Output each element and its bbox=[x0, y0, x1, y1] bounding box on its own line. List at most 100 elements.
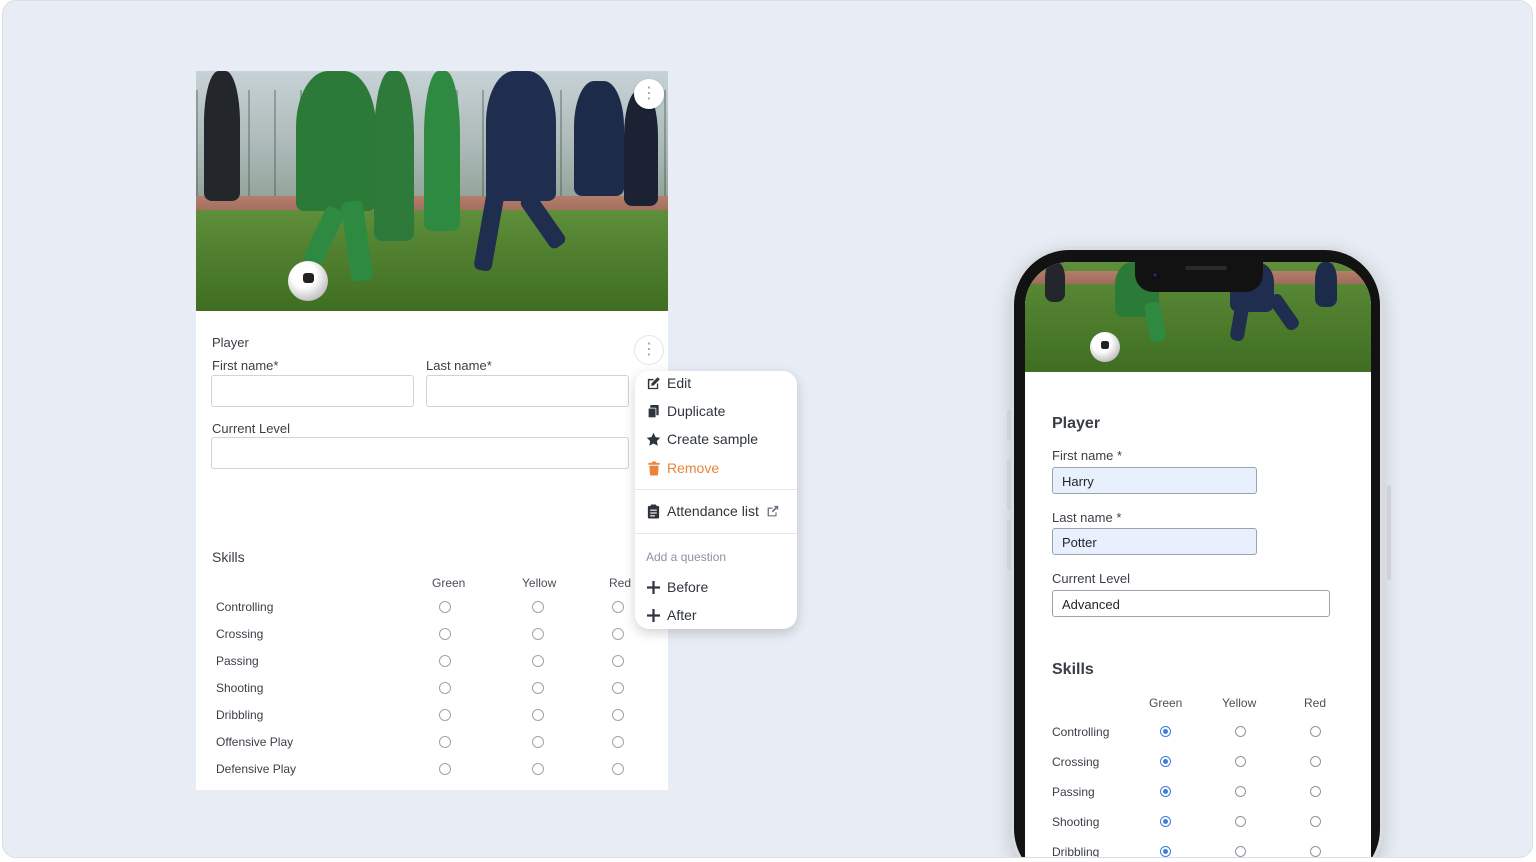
skill-radio-red[interactable] bbox=[1310, 756, 1321, 767]
skill-radio-red[interactable] bbox=[612, 682, 624, 694]
skill-radio-red[interactable] bbox=[612, 655, 624, 667]
grade-header-red: Red bbox=[1304, 696, 1327, 710]
grade-header-green: Green bbox=[432, 576, 466, 590]
question-context-menu: Edit Duplicate Create sample Remove Atte… bbox=[635, 371, 797, 629]
menu-item-attendance-list[interactable]: Attendance list bbox=[646, 503, 780, 519]
skill-radio-red[interactable] bbox=[612, 763, 624, 775]
skill-row-label: Controlling bbox=[216, 600, 274, 614]
skill-radio-green[interactable] bbox=[439, 655, 451, 667]
star-icon bbox=[646, 432, 661, 447]
last-name-input[interactable] bbox=[426, 375, 629, 407]
current-level-input[interactable] bbox=[211, 437, 629, 469]
menu-divider bbox=[635, 489, 797, 490]
skill-row-label: Defensive Play bbox=[216, 762, 297, 776]
vertical-dots-icon: ⋮ bbox=[641, 341, 657, 358]
skill-radio-red[interactable] bbox=[1310, 816, 1321, 827]
current-level-label: Current Level bbox=[212, 421, 291, 436]
camera-icon bbox=[1151, 271, 1159, 279]
menu-item-add-before[interactable]: Before bbox=[646, 579, 708, 595]
last-name-input[interactable]: Potter bbox=[1052, 528, 1257, 555]
first-name-input[interactable] bbox=[211, 375, 414, 407]
form-builder-card: ⋮ Player ⋮ First name* Last name* Curren… bbox=[196, 71, 668, 790]
skill-radio-red[interactable] bbox=[612, 601, 624, 613]
skill-row-label: Controlling bbox=[1052, 725, 1110, 739]
soccer-header-image: ⋮ bbox=[196, 71, 668, 311]
skill-radio-yellow[interactable] bbox=[532, 736, 544, 748]
skill-row-label: Dribbling bbox=[1052, 845, 1100, 858]
skill-row-label: Crossing bbox=[1052, 755, 1100, 769]
vertical-dots-icon: ⋮ bbox=[641, 85, 657, 102]
skill-radio-red[interactable] bbox=[1310, 726, 1321, 737]
grade-header-yellow: Yellow bbox=[1222, 696, 1257, 710]
first-name-label: First name* bbox=[212, 358, 279, 373]
skill-radio-green[interactable] bbox=[1160, 846, 1171, 857]
skill-radio-yellow[interactable] bbox=[532, 601, 544, 613]
menu-item-edit[interactable]: Edit bbox=[646, 375, 691, 391]
skill-radio-yellow[interactable] bbox=[532, 763, 544, 775]
trash-icon bbox=[646, 460, 661, 476]
skill-radio-yellow[interactable] bbox=[532, 682, 544, 694]
skill-radio-red[interactable] bbox=[612, 709, 624, 721]
skill-radio-red[interactable] bbox=[612, 628, 624, 640]
skill-row-label: Offensive Play bbox=[216, 735, 294, 749]
current-level-label: Current Level bbox=[1052, 571, 1131, 586]
skill-row-label: Passing bbox=[216, 654, 259, 668]
menu-item-add-after[interactable]: After bbox=[646, 607, 697, 623]
skill-row-label: Passing bbox=[1052, 785, 1095, 799]
skill-radio-yellow[interactable] bbox=[1235, 726, 1246, 737]
skill-radio-green[interactable] bbox=[1160, 786, 1171, 797]
add-question-heading: Add a question bbox=[646, 550, 727, 564]
first-name-input[interactable]: Harry bbox=[1052, 467, 1257, 494]
skill-radio-green[interactable] bbox=[1160, 726, 1171, 737]
skill-row-label: Shooting bbox=[216, 681, 264, 695]
menu-item-create-sample[interactable]: Create sample bbox=[646, 431, 758, 447]
skill-radio-green[interactable] bbox=[1160, 816, 1171, 827]
skill-radio-yellow[interactable] bbox=[532, 709, 544, 721]
image-more-button[interactable]: ⋮ bbox=[634, 79, 664, 109]
skill-radio-green[interactable] bbox=[439, 628, 451, 640]
last-name-label: Last name * bbox=[1052, 510, 1122, 525]
last-name-label: Last name* bbox=[426, 358, 492, 373]
skill-radio-green[interactable] bbox=[1160, 756, 1171, 767]
player-section-title: Player bbox=[212, 335, 249, 350]
phone-mockup: Player First name * Harry Last name * Po… bbox=[1007, 247, 1391, 858]
canvas-background: ⋮ Player ⋮ First name* Last name* Curren… bbox=[2, 0, 1533, 858]
phone-screen: Player First name * Harry Last name * Po… bbox=[1025, 262, 1371, 858]
plus-icon bbox=[646, 580, 661, 595]
skill-radio-red[interactable] bbox=[1310, 786, 1321, 797]
skill-radio-yellow[interactable] bbox=[1235, 846, 1246, 857]
skill-radio-yellow[interactable] bbox=[1235, 816, 1246, 827]
grade-header-yellow: Yellow bbox=[522, 576, 557, 590]
grade-header-green: Green bbox=[1149, 696, 1183, 710]
skill-radio-yellow[interactable] bbox=[532, 628, 544, 640]
skills-section-title: Skills bbox=[212, 549, 245, 565]
skill-radio-green[interactable] bbox=[439, 682, 451, 694]
current-level-input[interactable]: Advanced bbox=[1052, 590, 1330, 617]
first-name-label: First name * bbox=[1052, 448, 1123, 463]
menu-item-remove[interactable]: Remove bbox=[646, 460, 719, 476]
skill-radio-green[interactable] bbox=[439, 763, 451, 775]
edit-icon bbox=[646, 376, 661, 391]
skill-row-label: Dribbling bbox=[216, 708, 264, 722]
grade-header-red: Red bbox=[609, 576, 632, 590]
menu-item-duplicate[interactable]: Duplicate bbox=[646, 403, 725, 419]
plus-icon bbox=[646, 608, 661, 623]
phone-notch bbox=[1135, 262, 1263, 292]
menu-divider bbox=[635, 533, 797, 534]
skill-row-label: Shooting bbox=[1052, 815, 1100, 829]
question-more-button[interactable]: ⋮ bbox=[634, 335, 664, 365]
skill-radio-green[interactable] bbox=[439, 601, 451, 613]
skill-radio-green[interactable] bbox=[439, 709, 451, 721]
skill-row-label: Crossing bbox=[216, 627, 264, 641]
skill-radio-yellow[interactable] bbox=[1235, 786, 1246, 797]
skill-radio-red[interactable] bbox=[612, 736, 624, 748]
external-link-icon bbox=[765, 504, 780, 519]
clipboard-icon bbox=[646, 503, 661, 519]
copy-icon bbox=[646, 404, 661, 419]
skill-radio-yellow[interactable] bbox=[1235, 756, 1246, 767]
skill-radio-yellow[interactable] bbox=[532, 655, 544, 667]
player-section-title: Player bbox=[1052, 415, 1101, 432]
skill-radio-green[interactable] bbox=[439, 736, 451, 748]
skills-section-title: Skills bbox=[1052, 661, 1094, 678]
skill-radio-red[interactable] bbox=[1310, 846, 1321, 857]
